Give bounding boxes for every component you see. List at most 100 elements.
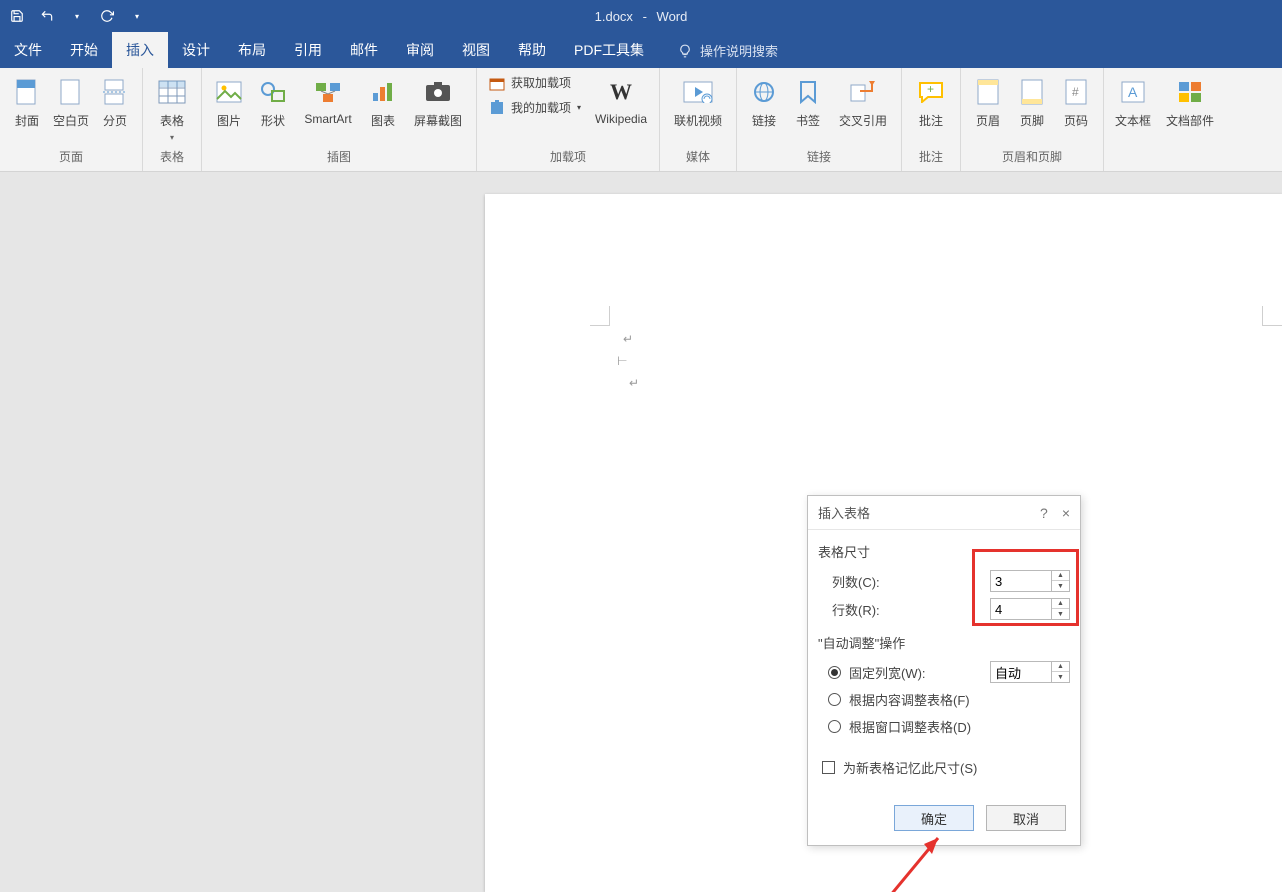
group-addins-label: 加载项 xyxy=(550,146,586,169)
paragraph-mark: ↵ xyxy=(629,376,639,390)
chevron-down-icon: ▾ xyxy=(170,133,174,142)
cancel-button[interactable]: 取消 xyxy=(986,805,1066,831)
spinner-up-icon[interactable]: ▲ xyxy=(1052,599,1069,609)
autofit-window-radio[interactable]: 根据窗口调整表格(D) xyxy=(818,713,1070,740)
link-button[interactable]: 链接 xyxy=(745,72,783,129)
lightbulb-icon xyxy=(678,44,692,58)
store-icon xyxy=(489,75,505,91)
online-video-button[interactable]: 联机视频 xyxy=(668,72,728,129)
textbox-button[interactable]: A 文本框 xyxy=(1112,72,1154,129)
tab-pdf[interactable]: PDF工具集 xyxy=(560,32,658,68)
page-number-button[interactable]: # 页码 xyxy=(1057,72,1095,129)
dialog-titlebar[interactable]: 插入表格 ? × xyxy=(808,496,1080,530)
group-media: 联机视频 媒体 xyxy=(660,68,737,171)
redo-icon[interactable] xyxy=(96,5,118,27)
footer-icon xyxy=(1016,76,1048,108)
my-addins-button[interactable]: 我的加载项 ▾ xyxy=(485,97,585,118)
radio-unchecked-icon xyxy=(828,720,841,733)
tab-home[interactable]: 开始 xyxy=(56,32,112,68)
spinner-down-icon[interactable]: ▼ xyxy=(1052,581,1069,591)
tab-help[interactable]: 帮助 xyxy=(504,32,560,68)
group-table: 表格 ▾ 表格 xyxy=(143,68,202,171)
spinner-down-icon[interactable]: ▼ xyxy=(1052,609,1069,619)
insert-table-dialog: 插入表格 ? × 表格尺寸 列数(C): ▲▼ 行数(R): ▲▼ xyxy=(807,495,1081,846)
cursor-mark: ⊢ xyxy=(617,354,627,368)
group-links-label: 链接 xyxy=(807,146,831,169)
chart-button[interactable]: 图表 xyxy=(364,72,402,129)
group-links: 链接 书签 交叉引用 链接 xyxy=(737,68,902,171)
cross-reference-button[interactable]: 交叉引用 xyxy=(833,72,893,129)
document-parts-button[interactable]: 文档部件 xyxy=(1160,72,1220,129)
addin-icon xyxy=(489,100,505,116)
ok-button[interactable]: 确定 xyxy=(894,805,974,831)
undo-icon[interactable] xyxy=(36,5,58,27)
fixed-width-label: 固定列宽(W): xyxy=(849,663,926,682)
ribbon-tabs: 文件 开始 插入 设计 布局 引用 邮件 审阅 视图 帮助 PDF工具集 操作说… xyxy=(0,32,1282,68)
checkbox-unchecked-icon xyxy=(822,761,835,774)
tab-references[interactable]: 引用 xyxy=(280,32,336,68)
rows-spinner[interactable]: ▲▼ xyxy=(990,598,1070,620)
remember-size-checkbox[interactable]: 为新表格记忆此尺寸(S) xyxy=(818,754,1070,781)
fixed-width-row: 固定列宽(W): ▲▼ xyxy=(818,658,1070,686)
tab-design[interactable]: 设计 xyxy=(168,32,224,68)
svg-text:#: # xyxy=(1072,85,1079,99)
group-header-footer-label: 页眉和页脚 xyxy=(1002,146,1062,169)
tab-review[interactable]: 审阅 xyxy=(392,32,448,68)
parts-icon xyxy=(1174,76,1206,108)
dialog-help-button[interactable]: ? xyxy=(1040,505,1048,521)
wikipedia-button[interactable]: W Wikipedia xyxy=(591,72,651,126)
columns-input[interactable] xyxy=(991,571,1051,591)
group-illustrations: 图片 形状 SmartArt 图表 屏幕截图 插图 xyxy=(202,68,477,171)
tab-mailings[interactable]: 邮件 xyxy=(336,32,392,68)
pictures-button[interactable]: 图片 xyxy=(210,72,248,129)
table-button[interactable]: 表格 ▾ xyxy=(151,72,193,142)
undo-dropdown-icon[interactable]: ▾ xyxy=(66,5,88,27)
shapes-button[interactable]: 形状 xyxy=(254,72,292,129)
smartart-button[interactable]: SmartArt xyxy=(298,72,358,126)
wikipedia-icon: W xyxy=(605,76,637,108)
svg-text:+: + xyxy=(927,82,934,96)
dialog-close-button[interactable]: × xyxy=(1062,505,1070,521)
spinner-up-icon[interactable]: ▲ xyxy=(1052,662,1069,672)
app-name: Word xyxy=(657,9,688,24)
tab-layout[interactable]: 布局 xyxy=(224,32,280,68)
remember-size-label: 为新表格记忆此尺寸(S) xyxy=(843,758,977,777)
spinner-up-icon[interactable]: ▲ xyxy=(1052,571,1069,581)
page-number-icon: # xyxy=(1060,76,1092,108)
rows-input[interactable] xyxy=(991,599,1051,619)
autofit-content-radio[interactable]: 根据内容调整表格(F) xyxy=(818,686,1070,713)
tab-view[interactable]: 视图 xyxy=(448,32,504,68)
tab-file[interactable]: 文件 xyxy=(0,32,56,68)
shapes-icon xyxy=(257,76,289,108)
autofit-section-label: "自动调整"操作 xyxy=(818,633,1070,652)
spinner-down-icon[interactable]: ▼ xyxy=(1052,672,1069,682)
group-pages-label: 页面 xyxy=(59,146,83,169)
page-break-button[interactable]: 分页 xyxy=(96,72,134,129)
fixed-width-input[interactable] xyxy=(991,662,1051,682)
save-icon[interactable] xyxy=(6,5,28,27)
columns-spinner[interactable]: ▲▼ xyxy=(990,570,1070,592)
screenshot-button[interactable]: 屏幕截图 xyxy=(408,72,468,129)
autofit-content-label: 根据内容调整表格(F) xyxy=(849,690,970,709)
columns-label: 列数(C): xyxy=(832,572,880,591)
header-button[interactable]: 页眉 xyxy=(969,72,1007,129)
group-illustrations-label: 插图 xyxy=(327,146,351,169)
tab-insert[interactable]: 插入 xyxy=(112,32,168,68)
comment-button[interactable]: + 批注 xyxy=(910,72,952,129)
bookmark-button[interactable]: 书签 xyxy=(789,72,827,129)
fixed-width-radio[interactable]: 固定列宽(W): xyxy=(828,663,926,682)
table-icon xyxy=(156,76,188,108)
qat-customize-icon[interactable]: ▾ xyxy=(126,5,148,27)
svg-text:A: A xyxy=(1128,84,1138,100)
get-addins-button[interactable]: 获取加载项 xyxy=(485,72,585,93)
quick-access-toolbar: ▾ ▾ xyxy=(0,5,148,27)
footer-button[interactable]: 页脚 xyxy=(1013,72,1051,129)
dialog-title: 插入表格 xyxy=(818,503,870,522)
cover-page-button[interactable]: 封面 xyxy=(8,72,46,129)
fixed-width-spinner[interactable]: ▲▼ xyxy=(990,661,1070,683)
blank-page-button[interactable]: 空白页 xyxy=(52,72,90,129)
page-break-icon xyxy=(99,76,131,108)
smartart-icon xyxy=(312,76,344,108)
link-icon xyxy=(748,76,780,108)
tell-me-search[interactable]: 操作说明搜索 xyxy=(678,41,778,68)
